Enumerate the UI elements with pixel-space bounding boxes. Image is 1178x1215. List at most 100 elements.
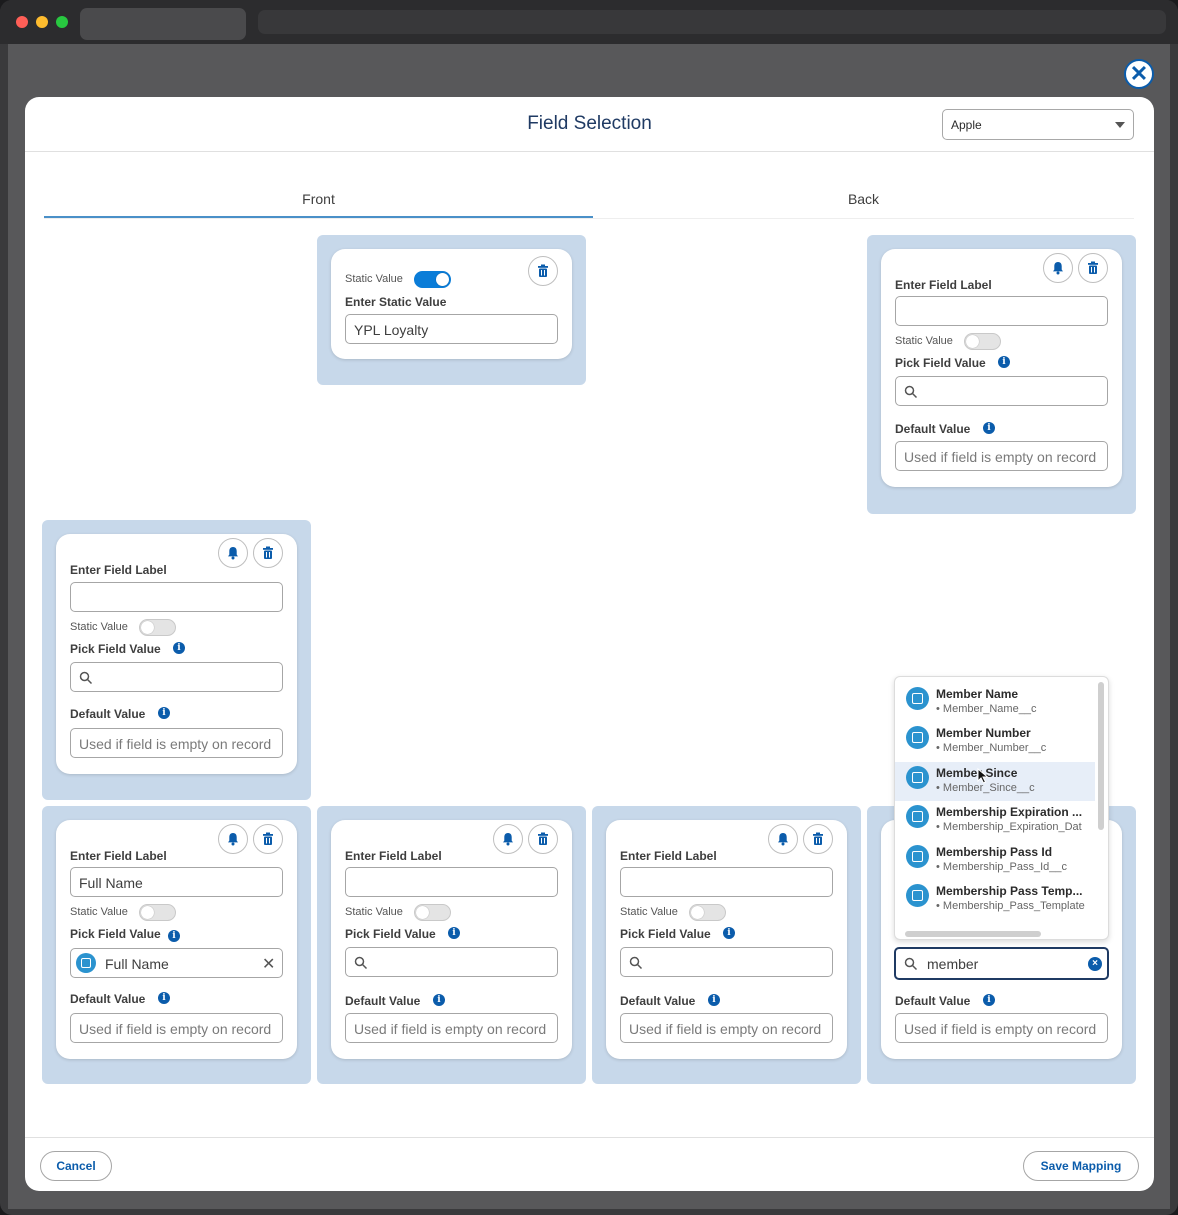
tab-back[interactable]: Back xyxy=(589,191,1138,207)
static-value-toggle[interactable] xyxy=(414,904,451,921)
pick-field-value-label: Pick Field Value xyxy=(620,927,711,941)
static-value-toggle[interactable] xyxy=(139,904,176,921)
default-value-input[interactable]: Used if field is empty on record xyxy=(70,728,283,758)
clear-icon[interactable]: ✕ xyxy=(262,954,275,974)
bell-icon xyxy=(228,547,238,560)
notification-button[interactable] xyxy=(218,824,248,854)
field-name: Membership Expiration ... xyxy=(936,805,1083,819)
field-card: Enter Field Label Static Value Pick Fiel… xyxy=(56,534,297,774)
delete-button[interactable] xyxy=(528,256,558,286)
enter-static-value-label: Enter Static Value xyxy=(345,295,447,309)
field-api-name: • Membership_Pass_Template xyxy=(936,900,1085,912)
bell-icon xyxy=(228,833,238,846)
delete-button[interactable] xyxy=(803,824,833,854)
field-api-name: • Membership_Pass_Id__c xyxy=(936,861,1068,873)
info-icon[interactable]: i xyxy=(998,356,1010,368)
static-value-input[interactable]: YPL Loyalty xyxy=(345,314,558,344)
browser-tab[interactable] xyxy=(80,8,246,40)
info-icon[interactable]: i xyxy=(708,994,720,1006)
default-value-input[interactable]: Used if field is empty on record xyxy=(70,1013,283,1043)
list-item[interactable]: Membership Pass Id • Membership_Pass_Id_… xyxy=(895,835,1095,874)
default-value-input[interactable]: Used if field is empty on record xyxy=(895,441,1108,471)
field-name: Member Number xyxy=(936,726,1031,740)
info-icon[interactable]: i xyxy=(983,994,995,1006)
field-slot: Static Value Enter Static Value YPL Loya… xyxy=(317,235,586,385)
field-label-input[interactable]: Full Name xyxy=(70,867,283,897)
static-value-label: Static Value xyxy=(70,621,128,633)
delete-button[interactable] xyxy=(253,824,283,854)
info-icon[interactable]: i xyxy=(173,642,185,654)
static-value-toggle[interactable] xyxy=(139,619,176,636)
static-value-toggle[interactable] xyxy=(414,271,451,288)
info-icon[interactable]: i xyxy=(448,927,460,939)
notification-button[interactable] xyxy=(768,824,798,854)
list-item[interactable]: Member Number • Member_Number__c xyxy=(895,716,1095,755)
field-name: Member Since xyxy=(936,766,1018,780)
field-slot: Enter Field Label Static Value Pick Fiel… xyxy=(867,235,1136,514)
search-icon xyxy=(904,385,918,399)
title-bar xyxy=(0,0,1178,44)
search-query: member xyxy=(927,956,979,972)
field-label-heading: Enter Field Label xyxy=(345,849,442,863)
info-icon[interactable]: i xyxy=(158,707,170,719)
static-value-toggle[interactable] xyxy=(964,333,1001,350)
trash-icon xyxy=(538,264,548,277)
static-value-card: Static Value Enter Static Value YPL Loya… xyxy=(331,249,572,359)
delete-button[interactable] xyxy=(528,824,558,854)
default-value-label: Default Value xyxy=(70,992,146,1006)
field-label-input[interactable] xyxy=(895,296,1108,326)
address-bar[interactable] xyxy=(258,10,1166,34)
field-api-name: • Membership_Expiration_Dat xyxy=(936,821,1082,833)
list-item[interactable]: Member Name • Member_Name__c xyxy=(895,677,1095,716)
field-label-input[interactable] xyxy=(345,867,558,897)
delete-button[interactable] xyxy=(1078,253,1108,283)
list-item[interactable]: Membership Expiration ... • Membership_E… xyxy=(895,795,1095,834)
default-value-input[interactable]: Used if field is empty on record xyxy=(345,1013,558,1043)
close-modal-button[interactable]: ✕ xyxy=(1124,59,1154,89)
info-icon[interactable]: i xyxy=(158,992,170,1004)
pick-field-search[interactable]: member × xyxy=(894,947,1109,980)
save-mapping-button[interactable]: Save Mapping xyxy=(1023,1151,1139,1181)
maximize-window-button[interactable] xyxy=(56,16,68,28)
active-tab-indicator xyxy=(44,216,593,218)
pick-field-value-label: Pick Field Value xyxy=(895,356,986,370)
notification-button[interactable] xyxy=(493,824,523,854)
close-window-button[interactable] xyxy=(16,16,28,28)
field-slot: Enter Field Label Static Value Pick Fiel… xyxy=(42,520,311,800)
horizontal-scrollbar[interactable] xyxy=(905,931,1041,937)
field-api-name: • Member_Since__c xyxy=(936,782,1035,794)
platform-select-value: Apple xyxy=(951,118,982,132)
vertical-scrollbar[interactable] xyxy=(1098,682,1104,830)
field-selection-modal: Field Selection Apple Front Back Static … xyxy=(25,97,1154,1191)
field-label-heading: Enter Field Label xyxy=(620,849,717,863)
pick-field-search[interactable] xyxy=(345,947,558,977)
default-value-input[interactable]: Used if field is empty on record xyxy=(620,1013,833,1043)
static-value-toggle[interactable] xyxy=(689,904,726,921)
info-icon[interactable]: i xyxy=(983,422,995,434)
notification-button[interactable] xyxy=(218,538,248,568)
field-name: Member Name xyxy=(936,687,1019,701)
tab-front[interactable]: Front xyxy=(44,191,593,207)
clear-icon[interactable]: × xyxy=(1088,957,1102,971)
pick-field-search[interactable] xyxy=(895,376,1108,406)
notification-button[interactable] xyxy=(1043,253,1073,283)
cancel-button[interactable]: Cancel xyxy=(40,1151,112,1181)
modal-footer: Cancel Save Mapping xyxy=(25,1137,1154,1191)
default-value-input[interactable]: Used if field is empty on record xyxy=(895,1013,1108,1043)
delete-button[interactable] xyxy=(253,538,283,568)
list-item[interactable]: Membership Pass Temp... • Membership_Pas… xyxy=(895,874,1095,913)
pick-field-search[interactable] xyxy=(70,662,283,692)
platform-select[interactable]: Apple xyxy=(942,109,1134,140)
bell-icon xyxy=(503,833,513,846)
default-value-label: Default Value xyxy=(895,422,971,436)
info-icon[interactable]: i xyxy=(433,994,445,1006)
field-label-input[interactable] xyxy=(70,582,283,612)
field-search-results: Member Name • Member_Name__c Member Numb… xyxy=(894,676,1109,940)
selected-field-pill[interactable]: Full Name ✕ xyxy=(70,948,283,978)
static-value-label: Static Value xyxy=(620,906,678,918)
pick-field-search[interactable] xyxy=(620,947,833,977)
info-icon[interactable]: i xyxy=(723,927,735,939)
minimize-window-button[interactable] xyxy=(36,16,48,28)
field-label-input[interactable] xyxy=(620,867,833,897)
info-icon[interactable]: i xyxy=(168,930,180,942)
